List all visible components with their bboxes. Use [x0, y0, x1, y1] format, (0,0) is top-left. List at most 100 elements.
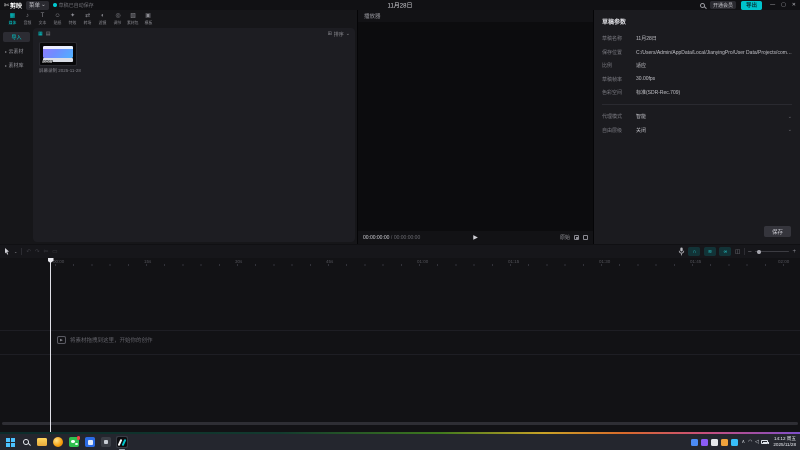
wechat-button[interactable]: [68, 436, 80, 448]
save-button[interactable]: 保存: [764, 226, 791, 237]
export-button[interactable]: 导出: [741, 1, 762, 10]
ribbon-tab-sticker[interactable]: ☺ 贴纸: [50, 12, 65, 25]
start-button[interactable]: [4, 436, 16, 448]
tray-app-icon[interactable]: [691, 439, 698, 446]
asset-column: ▦ 媒体 ♪ 音频 T 文本 ☺ 贴纸 ✦ 特效: [0, 10, 357, 244]
play-button[interactable]: ▶: [473, 234, 478, 241]
draft-row-free-layer[interactable]: 自由层级 关闭 ⌄: [602, 127, 792, 134]
video-viewport[interactable]: [358, 22, 593, 231]
sort-control[interactable]: ⊞ 排序 ⌄: [328, 31, 350, 38]
row-label: 比例: [602, 62, 636, 69]
capcut-taskbar-button[interactable]: [116, 436, 128, 448]
sidebar-item-label: 素材库: [9, 62, 24, 69]
row-label: 草稿帧率: [602, 76, 636, 83]
track-area[interactable]: ▶ 将素材拖拽到这里，开始你的创作: [0, 266, 800, 426]
file-explorer-button[interactable]: [36, 436, 48, 448]
template-icon: ▣: [145, 12, 151, 20]
adapt-view-icon[interactable]: [574, 235, 579, 240]
clip-thumbnail[interactable]: 00:05: [39, 42, 77, 66]
blue-app-icon: [85, 437, 95, 447]
dark-app-icon: [101, 437, 111, 447]
ribbon-tab-pack[interactable]: ▧ 素材包: [126, 12, 141, 25]
timeline-ruler[interactable]: 00:00 15s 30s 45s 01:00 01:15 01:30 01:4…: [0, 258, 800, 266]
chevron-down-icon[interactable]: ⌄: [14, 249, 17, 254]
browser-button[interactable]: [52, 436, 64, 448]
sidebar-item-cloud[interactable]: ▸ 云素材: [3, 46, 30, 56]
sidebar-item-import[interactable]: 导入: [3, 32, 30, 42]
tray-expand-icon[interactable]: ∧: [741, 439, 745, 445]
select-tool-icon[interactable]: [4, 248, 10, 255]
empty-track-hint: ▶ 将素材拖拽到这里，开始你的创作: [57, 336, 153, 344]
auto-snap-toggle[interactable]: ≋: [704, 247, 716, 256]
menu-button[interactable]: 菜单 ⌄: [26, 1, 49, 10]
redo-icon[interactable]: ↷: [35, 249, 40, 255]
search-icon: [23, 439, 29, 445]
row-value[interactable]: C:/Users/Admin/AppData/Local/JianyingPro…: [636, 49, 792, 56]
battery-icon: [761, 440, 768, 444]
blue-app-button[interactable]: [84, 436, 96, 448]
lane-divider: [0, 330, 800, 331]
record-mic-icon[interactable]: [678, 247, 685, 256]
draft-row-proxy[interactable]: 代理模式 智能 ⌄: [602, 113, 792, 120]
tray-app-icon[interactable]: [731, 439, 738, 446]
link-toggle[interactable]: ∞: [719, 247, 731, 256]
ribbon-tab-label: 转场: [84, 20, 92, 24]
taskbar: ∧ ◠ ◁ 14:12 周五 2025/11/28: [0, 434, 800, 450]
tray-app-icon[interactable]: [721, 439, 728, 446]
list-view-icon[interactable]: ▤: [46, 31, 51, 37]
row-value[interactable]: 标准(SDR-Rec.709): [636, 89, 792, 96]
main-track-magnet-toggle[interactable]: ∩: [688, 247, 700, 256]
ruler-label: 01:30: [599, 259, 610, 264]
row-value[interactable]: 30.00fps: [636, 76, 792, 82]
zoom-out-icon[interactable]: –: [748, 249, 751, 255]
row-label: 代理模式: [602, 113, 636, 120]
preview-axis-icon[interactable]: ◫: [735, 249, 740, 255]
lane-divider: [0, 354, 800, 355]
tray-app-icon[interactable]: [711, 439, 718, 446]
row-value[interactable]: 适应: [636, 62, 792, 69]
taskbar-search-button[interactable]: [20, 436, 32, 448]
ribbon-tab-filter[interactable]: ◐ 滤镜: [96, 12, 111, 25]
minimize-button[interactable]: —: [770, 2, 775, 8]
ratio-dropdown[interactable]: 原始: [560, 234, 570, 241]
horizontal-scrollbar[interactable]: [2, 422, 798, 425]
ribbon-tab-audio[interactable]: ♪ 音频: [20, 12, 35, 25]
draft-row-framerate: 草稿帧率 30.00fps: [602, 76, 792, 83]
grid-view-icon[interactable]: ▦: [38, 31, 43, 37]
undo-icon[interactable]: ↶: [26, 249, 31, 255]
split-icon[interactable]: ✄: [44, 249, 49, 255]
audio-icon: ♪: [26, 12, 29, 20]
ribbon-tab-transition[interactable]: ⇄ 转场: [80, 12, 95, 25]
sidebar-item-label: 导入: [11, 34, 21, 41]
material-pack-icon: ▧: [130, 12, 136, 20]
tray-app-icon[interactable]: [701, 439, 708, 446]
sidebar-item-library[interactable]: ▸ 素材库: [3, 60, 30, 70]
system-indicators[interactable]: ◠ ◁: [748, 439, 768, 445]
taskbar-clock[interactable]: 14:12 周五 2025/11/28: [773, 436, 796, 447]
draft-parameters-panel: 草稿参数 草稿名称 11月28日 保存位置 C:/Users/Admin/App…: [594, 10, 800, 244]
screen: ✄ 剪映 菜单 ⌄ 草稿已自动保存 11月28日 开通会员 导出 — ▢ ✕: [0, 0, 800, 450]
fullscreen-icon[interactable]: [583, 235, 588, 240]
panel-title: 草稿参数: [602, 17, 792, 26]
playhead-line[interactable]: [50, 258, 51, 432]
timeline-zoom-slider[interactable]: [755, 251, 789, 252]
ribbon-tab-text[interactable]: T 文本: [35, 12, 50, 25]
magnet-icon: ∩: [693, 249, 697, 255]
ribbon-tab-label: 模板: [144, 20, 152, 24]
maximize-button[interactable]: ▢: [781, 2, 786, 8]
ribbon-tab-template[interactable]: ▣ 模板: [141, 12, 156, 25]
ribbon-tab-adjust[interactable]: ◎ 调节: [111, 12, 126, 25]
ribbon-tab-effects[interactable]: ✦ 特效: [65, 12, 80, 25]
ribbon-tab-media[interactable]: ▦ 媒体: [5, 12, 20, 25]
app-logo-text: 剪映: [10, 1, 22, 10]
timeline-toolbar: ⌄ ↶ ↷ ✄ ▭ ∩ ≋: [0, 245, 800, 258]
media-clip-card[interactable]: 00:05 屏幕录制 2025-11-28: [39, 42, 81, 74]
row-value[interactable]: 11月28日: [636, 35, 792, 42]
close-button[interactable]: ✕: [792, 2, 796, 8]
zoom-in-icon[interactable]: +: [792, 249, 796, 255]
dark-app-button[interactable]: [100, 436, 112, 448]
slider-knob[interactable]: [757, 250, 761, 254]
membership-button[interactable]: 开通会员: [710, 1, 736, 9]
delete-icon[interactable]: ▭: [52, 249, 57, 255]
search-icon[interactable]: [700, 3, 705, 8]
